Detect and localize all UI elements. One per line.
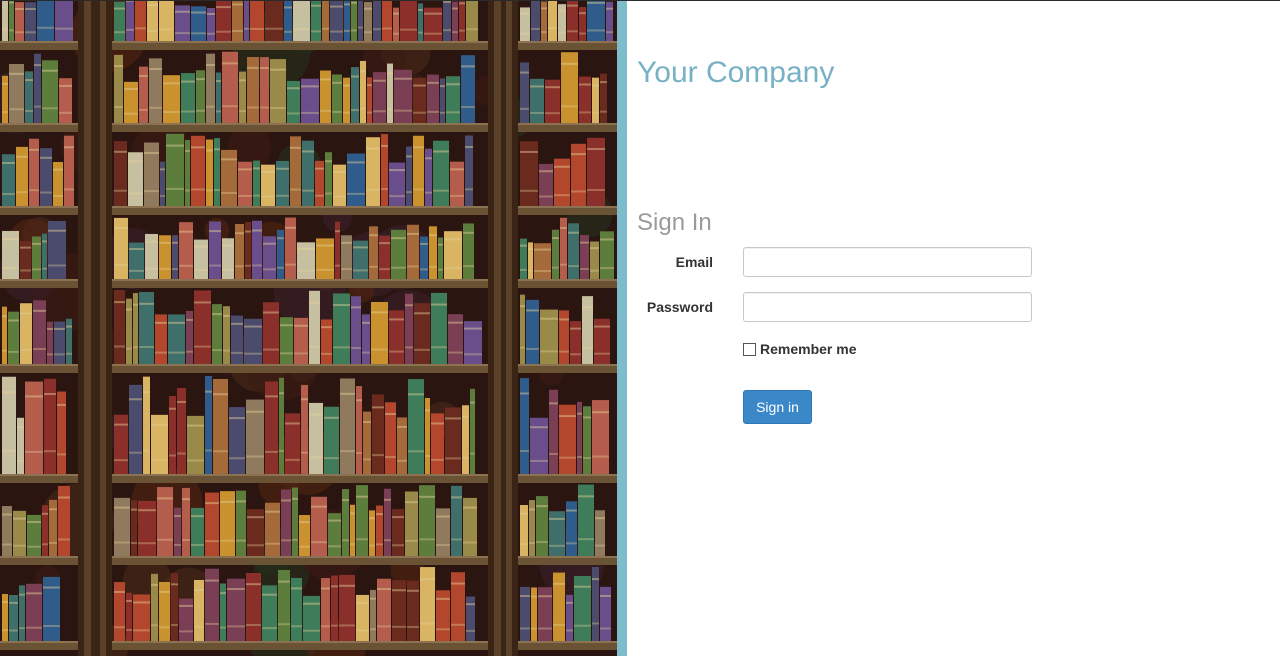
remember-me-option[interactable]: Remember me: [743, 341, 857, 357]
bookshelf-image: [0, 1, 617, 656]
accent-divider-bar: [617, 1, 627, 656]
email-field[interactable]: [743, 247, 1032, 277]
remember-me-label: Remember me: [760, 341, 857, 357]
email-row: Email: [627, 247, 1047, 277]
signin-heading: Sign In: [637, 209, 712, 236]
company-name: Your Company: [637, 56, 835, 89]
password-row: Password: [627, 292, 1047, 322]
email-label: Email: [675, 254, 713, 270]
password-field[interactable]: [743, 292, 1032, 322]
checkbox-unchecked-icon[interactable]: [743, 342, 756, 356]
password-label: Password: [646, 299, 713, 315]
login-panel: Your Company Sign In Email Password Reme…: [627, 1, 1280, 656]
bookshelf-illustration: [0, 1, 617, 656]
signin-button[interactable]: Sign in: [743, 390, 812, 424]
